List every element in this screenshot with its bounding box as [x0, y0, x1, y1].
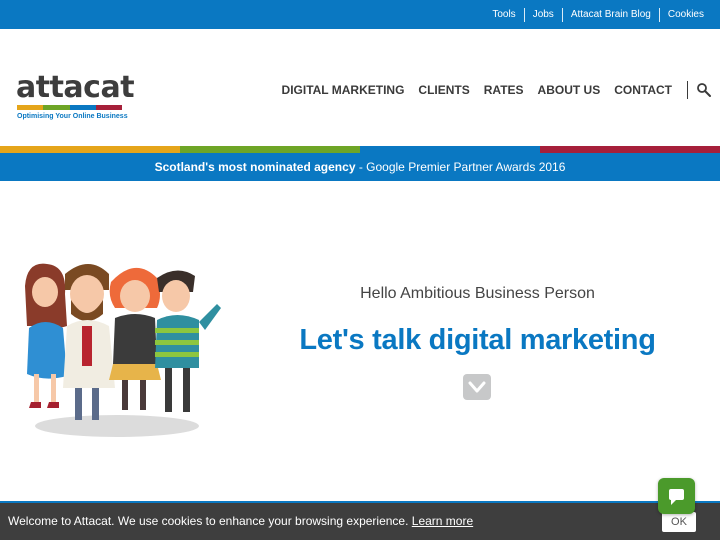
award-banner: Scotland's most nominated agency - Googl…: [0, 153, 720, 181]
utility-link-blog[interactable]: Attacat Brain Blog: [563, 8, 659, 22]
color-segment: [540, 146, 720, 153]
color-segment: [180, 146, 360, 153]
banner-highlight: Scotland's most nominated agency: [154, 160, 356, 174]
cookie-consent-bar: Welcome to Attacat. We use cookies to en…: [0, 501, 720, 540]
nav-divider: [687, 81, 688, 99]
utility-divider: [523, 7, 525, 22]
chat-bubble-icon[interactable]: [658, 478, 695, 514]
learn-more-link[interactable]: Learn more: [412, 514, 473, 528]
logo-bar: [95, 105, 122, 110]
hero-section: Hello Ambitious Business Person Let's ta…: [0, 181, 720, 501]
color-segment: [360, 146, 540, 153]
utility-link-tools[interactable]: Tools: [484, 8, 523, 22]
logo-bar: [17, 105, 44, 110]
attacat-logo[interactable]: attacat Optimising Your Online Business: [16, 73, 135, 123]
brand-color-strip: [0, 146, 720, 153]
site-header: attacat Optimising Your Online Business …: [0, 29, 720, 146]
utility-link-jobs[interactable]: Jobs: [525, 8, 562, 22]
main-navigation: DIGITAL MARKETING CLIENTS RATES ABOUT US…: [275, 76, 712, 104]
nav-item-about-us[interactable]: ABOUT US: [531, 83, 608, 97]
utility-links: Tools Jobs Attacat Brain Blog Cookies: [484, 0, 712, 29]
search-icon[interactable]: [696, 82, 712, 98]
color-segment: [0, 146, 180, 153]
hero-subtitle: Hello Ambitious Business Person: [360, 285, 595, 302]
chevron-down-icon[interactable]: [463, 374, 491, 400]
nav-item-rates[interactable]: RATES: [477, 83, 531, 97]
cookie-text: Welcome to Attacat. We use cookies to en…: [8, 514, 412, 528]
logo-tagline: Optimising Your Online Business: [17, 113, 128, 120]
logo-bar: [43, 105, 70, 110]
team-illustration: [25, 263, 221, 437]
logo-wordmark: attacat: [16, 70, 135, 105]
cookie-message: Welcome to Attacat. We use cookies to en…: [8, 514, 473, 528]
hero-title: Let's talk digital marketing: [299, 324, 656, 356]
cookie-ok-button[interactable]: OK: [662, 512, 696, 532]
utility-divider: [561, 7, 563, 22]
utility-divider: [658, 7, 660, 22]
top-utility-bar: Tools Jobs Attacat Brain Blog Cookies: [0, 0, 720, 29]
banner-text: - Google Premier Partner Awards 2016: [355, 160, 566, 174]
nav-item-contact[interactable]: CONTACT: [607, 83, 679, 97]
nav-item-clients[interactable]: CLIENTS: [411, 83, 476, 97]
logo-bar: [69, 105, 96, 110]
nav-item-digital-marketing[interactable]: DIGITAL MARKETING: [275, 83, 412, 97]
utility-link-cookies[interactable]: Cookies: [660, 8, 712, 22]
logo-color-bars: [17, 105, 122, 110]
